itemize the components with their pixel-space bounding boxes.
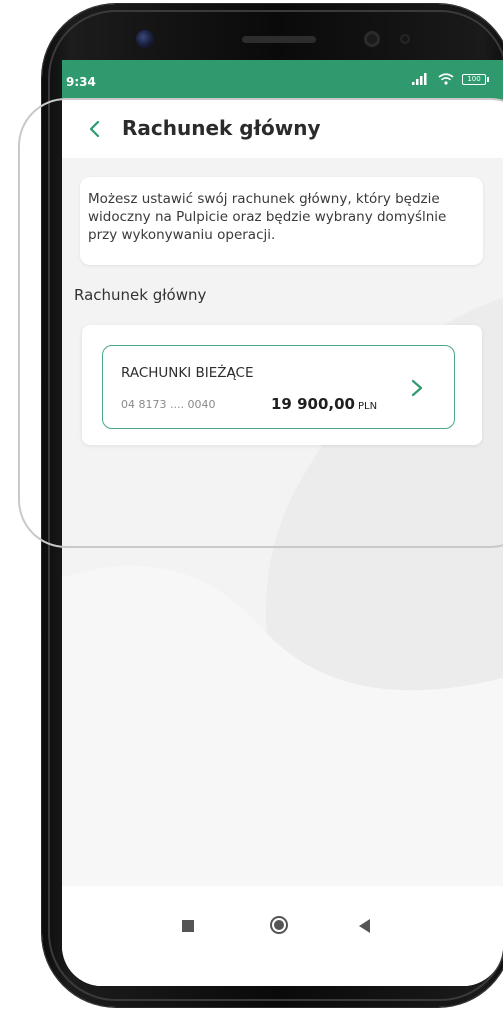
account-balance: 19 900,00 PLN	[271, 394, 377, 413]
battery-label: 100	[467, 75, 481, 83]
back-button[interactable]	[82, 117, 106, 141]
app-header: Rachunek główny	[62, 100, 503, 158]
square-icon[interactable]	[182, 920, 194, 932]
page-title: Rachunek główny	[122, 116, 321, 140]
account-category: RACHUNKI BIEŻĄCE	[121, 365, 254, 381]
battery-icon: 100	[462, 73, 489, 85]
status-time: 9:34	[66, 75, 96, 89]
stage: 9:34 100 Rachunek główny Możesz ustawić …	[0, 0, 503, 1009]
triangle-left-icon[interactable]	[359, 919, 370, 933]
status-bar: 9:34 100	[62, 60, 503, 100]
background-decoration	[62, 298, 503, 986]
app-screen: 9:34 100 Rachunek główny Możesz ustawić …	[62, 60, 503, 986]
wifi-icon	[438, 73, 454, 85]
info-card: Możesz ustawić swój rachunek główny, któ…	[80, 177, 483, 265]
chevron-left-icon	[89, 120, 100, 138]
circle-icon[interactable]	[270, 916, 288, 934]
account-currency: PLN	[357, 401, 378, 412]
earpiece-speaker	[242, 36, 316, 43]
section-heading: Rachunek główny	[74, 286, 207, 304]
account-number: 04 8173 .... 0040	[121, 398, 216, 411]
sensor-icon	[364, 31, 380, 47]
android-nav-bar	[62, 886, 503, 986]
home-inner	[274, 920, 284, 930]
chevron-right-icon[interactable]	[410, 379, 424, 397]
account-tile[interactable]: RACHUNKI BIEŻĄCE 04 8173 .... 0040 19 90…	[102, 345, 455, 429]
sensor-icon	[400, 34, 410, 44]
account-amount: 19 900,00	[271, 395, 355, 413]
signal-icon	[412, 73, 427, 85]
account-card: RACHUNKI BIEŻĄCE 04 8173 .... 0040 19 90…	[82, 325, 482, 445]
info-text: Możesz ustawić swój rachunek główny, któ…	[88, 191, 447, 243]
status-icons: 100	[412, 73, 489, 85]
front-camera-icon	[136, 30, 154, 48]
